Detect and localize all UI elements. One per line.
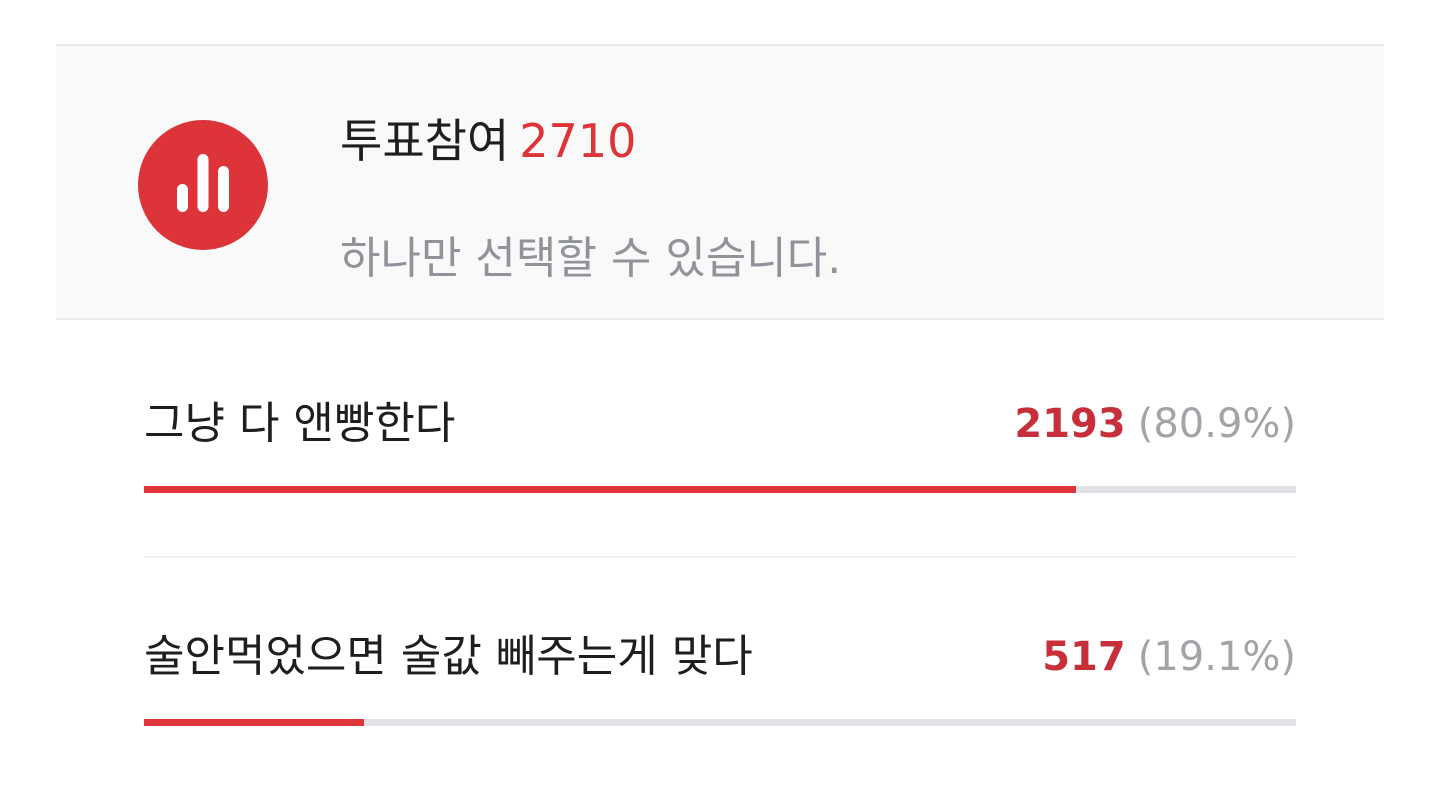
result-bar-fill [144,719,365,726]
option-stats: 2193 (80.9%) [1014,394,1296,454]
poll-header: 투표참여 2710 하나만 선택할 수 있습니다. [56,44,1384,320]
option-stats: 517 (19.1%) [1042,627,1296,687]
poll-option-2[interactable]: 술안먹었으면 술값 빼주는게 맞다 517 (19.1%) [144,627,1296,737]
result-bar-track [144,486,1296,493]
option-percent: (19.1%) [1137,634,1296,680]
option-votes: 2193 [1014,401,1126,447]
result-bar-fill [144,486,1076,493]
option-votes: 517 [1042,634,1126,680]
poll-widget: 투표참여 2710 하나만 선택할 수 있습니다. 그냥 다 앤빵한다 2193(… [56,44,1384,726]
participant-count: 2710 [519,114,637,168]
poll-title: 투표참여 2710 [340,110,636,172]
poll-title-text: 투표참여 [340,114,510,168]
poll-option-1[interactable]: 그냥 다 앤빵한다 2193 (80.9%) [144,394,1296,504]
poll-instruction: 하나만 선택할 수 있습니다. [340,233,842,284]
option-percent: (80.9%) [1137,401,1296,447]
option-divider [144,556,1296,558]
bar-chart-icon [138,120,268,250]
result-bar-track [144,719,1296,726]
option-label: 술안먹었으면 술값 빼주는게 맞다 [144,631,753,682]
option-label: 그냥 다 앤빵한다 [144,398,456,449]
